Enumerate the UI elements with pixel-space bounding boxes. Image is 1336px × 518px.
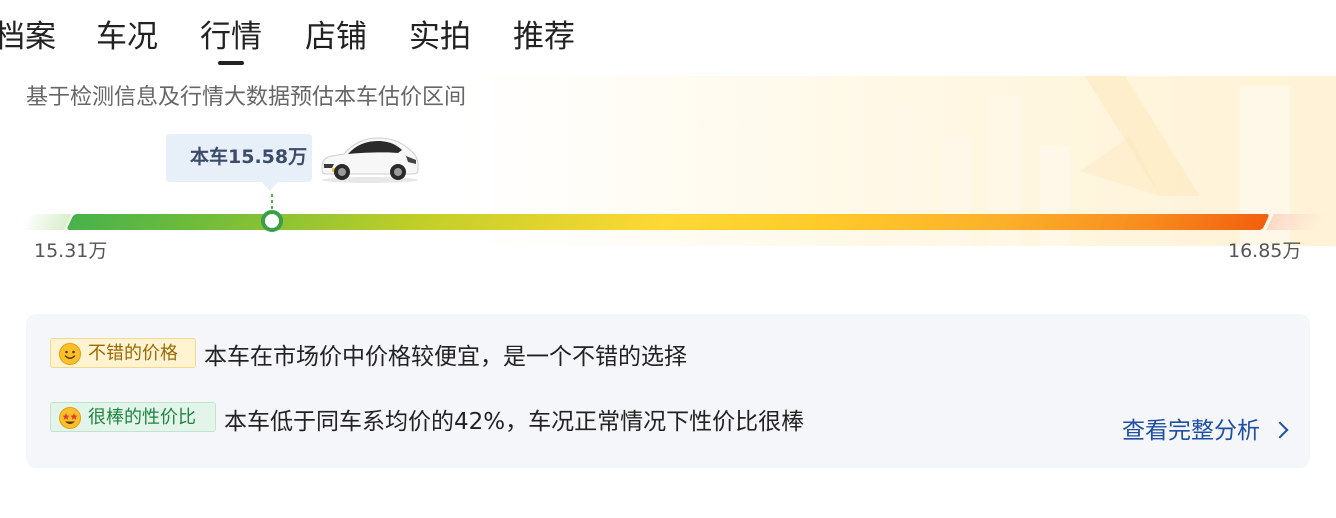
bubble-tail — [262, 182, 278, 191]
range-bar-fade-left — [24, 214, 72, 230]
valuation-subtitle: 基于检测信息及行情大数据预估本车估价区间 — [26, 85, 467, 110]
tab-condition[interactable]: 车况 — [96, 16, 158, 58]
good-price-tag: 不错的价格 — [50, 338, 196, 368]
tab-bar: 档案 车况 行情 店铺 实拍 推荐 — [0, 0, 700, 76]
great-value-tag-label: 很棒的性价比 — [88, 407, 196, 428]
tab-store[interactable]: 店铺 — [305, 16, 367, 58]
view-full-analysis-label: 查看完整分析 — [1122, 418, 1260, 444]
tab-market-label: 行情 — [200, 19, 262, 55]
good-price-tag-label: 不错的价格 — [88, 343, 178, 364]
price-marker-dotted-line — [271, 194, 273, 210]
smile-emoji-icon — [59, 343, 81, 365]
view-full-analysis-link[interactable]: 查看完整分析 — [1122, 416, 1289, 446]
current-price-label: 本车15.58万 — [190, 146, 308, 168]
star-eyes-emoji-icon — [59, 407, 81, 429]
range-bar-fade-right — [1266, 214, 1326, 230]
great-value-description: 本车低于同车系均价的42%，车况正常情况下性价比很棒 — [224, 409, 805, 435]
current-price-marker — [261, 210, 283, 232]
good-price-description: 本车在市场价中价格较便宜，是一个不错的选择 — [204, 344, 687, 370]
range-min-label: 15.31万 — [34, 240, 108, 262]
tab-archive[interactable]: 档案 — [0, 16, 56, 58]
tab-market[interactable]: 行情 — [200, 16, 262, 65]
tab-recommend[interactable]: 推荐 — [513, 16, 575, 58]
tab-photos[interactable]: 实拍 — [409, 16, 471, 58]
white-suv-icon — [321, 137, 419, 183]
active-tab-indicator — [218, 61, 244, 65]
great-value-tag: 很棒的性价比 — [50, 402, 216, 432]
price-range-bar — [66, 214, 1270, 230]
chevron-right-icon — [1271, 421, 1289, 439]
range-max-label: 16.85万 — [1228, 240, 1302, 262]
current-price-bubble: 本车15.58万 — [166, 134, 312, 191]
price-analysis-card: 不错的价格 本车在市场价中价格较便宜，是一个不错的选择 很棒的性价比 本车低于同… — [26, 314, 1310, 468]
